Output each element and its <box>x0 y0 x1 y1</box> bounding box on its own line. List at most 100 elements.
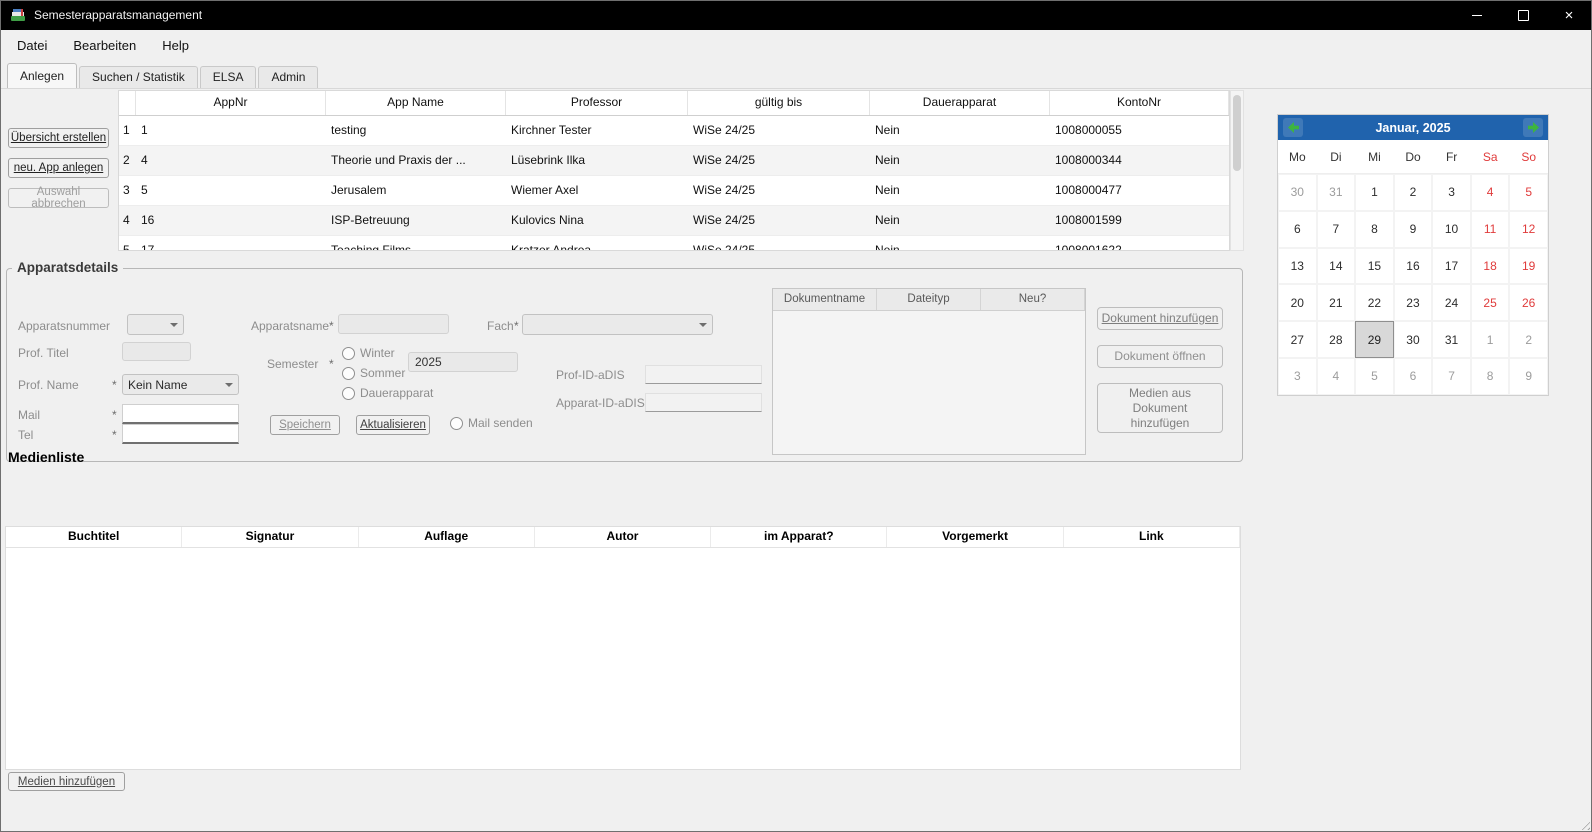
year-field[interactable]: 2025 <box>408 352 518 372</box>
calendar-day[interactable]: 3 <box>1278 358 1317 395</box>
minimize-button[interactable] <box>1454 0 1500 30</box>
calendar-next-button[interactable] <box>1523 118 1543 137</box>
calendar-day[interactable]: 13 <box>1278 248 1317 285</box>
column-header-dauerapparat[interactable]: Dauerapparat <box>870 91 1050 115</box>
column-header-appnr[interactable]: AppNr <box>136 91 326 115</box>
auswahl-abbrechen-button[interactable]: Auswahl abbrechen <box>8 188 109 208</box>
column-header-signatur[interactable]: Signatur <box>182 527 358 547</box>
calendar-day[interactable]: 31 <box>1432 321 1471 358</box>
calendar-day[interactable]: 5 <box>1355 358 1394 395</box>
prof-titel-field[interactable] <box>122 342 191 361</box>
sommer-radio[interactable] <box>342 367 355 380</box>
neu-app-anlegen-button[interactable]: neu. App anlegen <box>8 158 109 178</box>
calendar-day[interactable]: 23 <box>1394 284 1433 321</box>
calendar-day[interactable]: 22 <box>1355 284 1394 321</box>
apparat-id-adis-field[interactable] <box>645 393 762 412</box>
calendar-prev-button[interactable] <box>1283 118 1303 137</box>
dauerapparat-radio[interactable] <box>342 387 355 400</box>
table-row[interactable]: 11testingKirchner TesterWiSe 24/25Nein10… <box>119 116 1229 146</box>
calendar-day[interactable]: 8 <box>1471 358 1510 395</box>
column-header-kontonr[interactable]: KontoNr <box>1050 91 1229 115</box>
calendar-day[interactable]: 8 <box>1355 211 1394 248</box>
calendar-day[interactable]: 21 <box>1317 284 1356 321</box>
table-row[interactable]: 35JerusalemWiemer AxelWiSe 24/25Nein1008… <box>119 176 1229 206</box>
menu-item-help[interactable]: Help <box>149 30 202 62</box>
menu-item-datei[interactable]: Datei <box>4 30 60 62</box>
prof-id-adis-field[interactable] <box>645 365 762 384</box>
resize-grip[interactable] <box>1578 818 1590 830</box>
calendar-day[interactable]: 26 <box>1509 284 1548 321</box>
calendar-day[interactable]: 29 <box>1355 321 1394 358</box>
table-row[interactable]: 517Teaching FilmsKratzer AndreaWiSe 24/2… <box>119 236 1229 251</box>
table-row[interactable]: 24Theorie und Praxis der ...Lüsebrink Il… <box>119 146 1229 176</box>
column-header-neu[interactable]: Neu? <box>981 289 1085 310</box>
dokument-oeffnen-button[interactable]: Dokument öffnen <box>1097 345 1223 368</box>
table-row[interactable]: 416ISP-BetreuungKulovics NinaWiSe 24/25N… <box>119 206 1229 236</box>
column-header-gueltig-bis[interactable]: gültig bis <box>688 91 870 115</box>
column-header-vorgemerkt[interactable]: Vorgemerkt <box>887 527 1063 547</box>
calendar-day[interactable]: 12 <box>1509 211 1548 248</box>
tab-anlegen[interactable]: Anlegen <box>7 63 77 88</box>
speichern-button[interactable]: Speichern <box>270 415 340 435</box>
calendar-day[interactable]: 7 <box>1432 358 1471 395</box>
calendar-day[interactable]: 2 <box>1394 174 1433 211</box>
tab-admin[interactable]: Admin <box>258 66 318 88</box>
calendar-day[interactable]: 11 <box>1471 211 1510 248</box>
calendar-day[interactable]: 3 <box>1432 174 1471 211</box>
mail-field[interactable] <box>122 404 239 424</box>
calendar-day[interactable]: 19 <box>1509 248 1548 285</box>
column-header-link[interactable]: Link <box>1064 527 1240 547</box>
calendar-day[interactable]: 10 <box>1432 211 1471 248</box>
calendar-day[interactable]: 30 <box>1394 321 1433 358</box>
calendar-day[interactable]: 7 <box>1317 211 1356 248</box>
calendar-day[interactable]: 28 <box>1317 321 1356 358</box>
calendar-day[interactable]: 9 <box>1394 211 1433 248</box>
calendar-day[interactable]: 20 <box>1278 284 1317 321</box>
column-header-professor[interactable]: Professor <box>506 91 688 115</box>
tel-field[interactable] <box>122 424 239 444</box>
calendar-day[interactable]: 4 <box>1471 174 1510 211</box>
column-header-im-apparat[interactable]: im Apparat? <box>711 527 887 547</box>
calendar-day[interactable]: 4 <box>1317 358 1356 395</box>
mail-senden-radio[interactable] <box>450 417 463 430</box>
uebersicht-erstellen-button[interactable]: Übersicht erstellen <box>8 128 109 148</box>
winter-radio[interactable] <box>342 347 355 360</box>
dokument-hinzufuegen-button[interactable]: Dokument hinzufügen <box>1097 307 1223 330</box>
calendar-day[interactable]: 2 <box>1509 321 1548 358</box>
calendar-day[interactable]: 24 <box>1432 284 1471 321</box>
column-header-app-name[interactable]: App Name <box>326 91 506 115</box>
apparatsname-field[interactable] <box>338 314 449 334</box>
calendar-day[interactable]: 14 <box>1317 248 1356 285</box>
calendar-day[interactable]: 27 <box>1278 321 1317 358</box>
calendar-day[interactable]: 6 <box>1278 211 1317 248</box>
calendar-day[interactable]: 1 <box>1471 321 1510 358</box>
column-header-buchtitel[interactable]: Buchtitel <box>6 527 182 547</box>
column-header-dateityp[interactable]: Dateityp <box>877 289 981 310</box>
calendar-day[interactable]: 15 <box>1355 248 1394 285</box>
calendar-day[interactable]: 16 <box>1394 248 1433 285</box>
scrollbar-thumb[interactable] <box>1233 95 1241 171</box>
calendar-day[interactable]: 31 <box>1317 174 1356 211</box>
fach-select[interactable] <box>522 314 713 335</box>
aktualisieren-button[interactable]: Aktualisieren <box>356 415 430 435</box>
calendar-day[interactable]: 5 <box>1509 174 1548 211</box>
column-header-auflage[interactable]: Auflage <box>359 527 535 547</box>
medien-aus-dokument-button[interactable]: Medien aus Dokument hinzufügen <box>1097 383 1223 433</box>
calendar-day[interactable]: 17 <box>1432 248 1471 285</box>
calendar-day[interactable]: 30 <box>1278 174 1317 211</box>
prof-name-select[interactable]: Kein Name <box>122 374 239 395</box>
menu-item-bearbeiten[interactable]: Bearbeiten <box>60 30 149 62</box>
calendar-day[interactable]: 25 <box>1471 284 1510 321</box>
column-header-autor[interactable]: Autor <box>535 527 711 547</box>
calendar-day[interactable]: 9 <box>1509 358 1548 395</box>
medien-hinzufuegen-button[interactable]: Medien hinzufügen <box>8 772 125 791</box>
tab-elsa[interactable]: ELSA <box>200 66 257 88</box>
tab-suchen-statistik[interactable]: Suchen / Statistik <box>79 66 198 88</box>
close-button[interactable]: × <box>1546 0 1592 30</box>
apparatsnummer-select[interactable] <box>127 314 184 335</box>
calendar-day[interactable]: 1 <box>1355 174 1394 211</box>
app-table-scrollbar[interactable] <box>1230 90 1244 251</box>
maximize-button[interactable] <box>1500 0 1546 30</box>
column-header-dokumentname[interactable]: Dokumentname <box>773 289 877 310</box>
calendar-day[interactable]: 6 <box>1394 358 1433 395</box>
